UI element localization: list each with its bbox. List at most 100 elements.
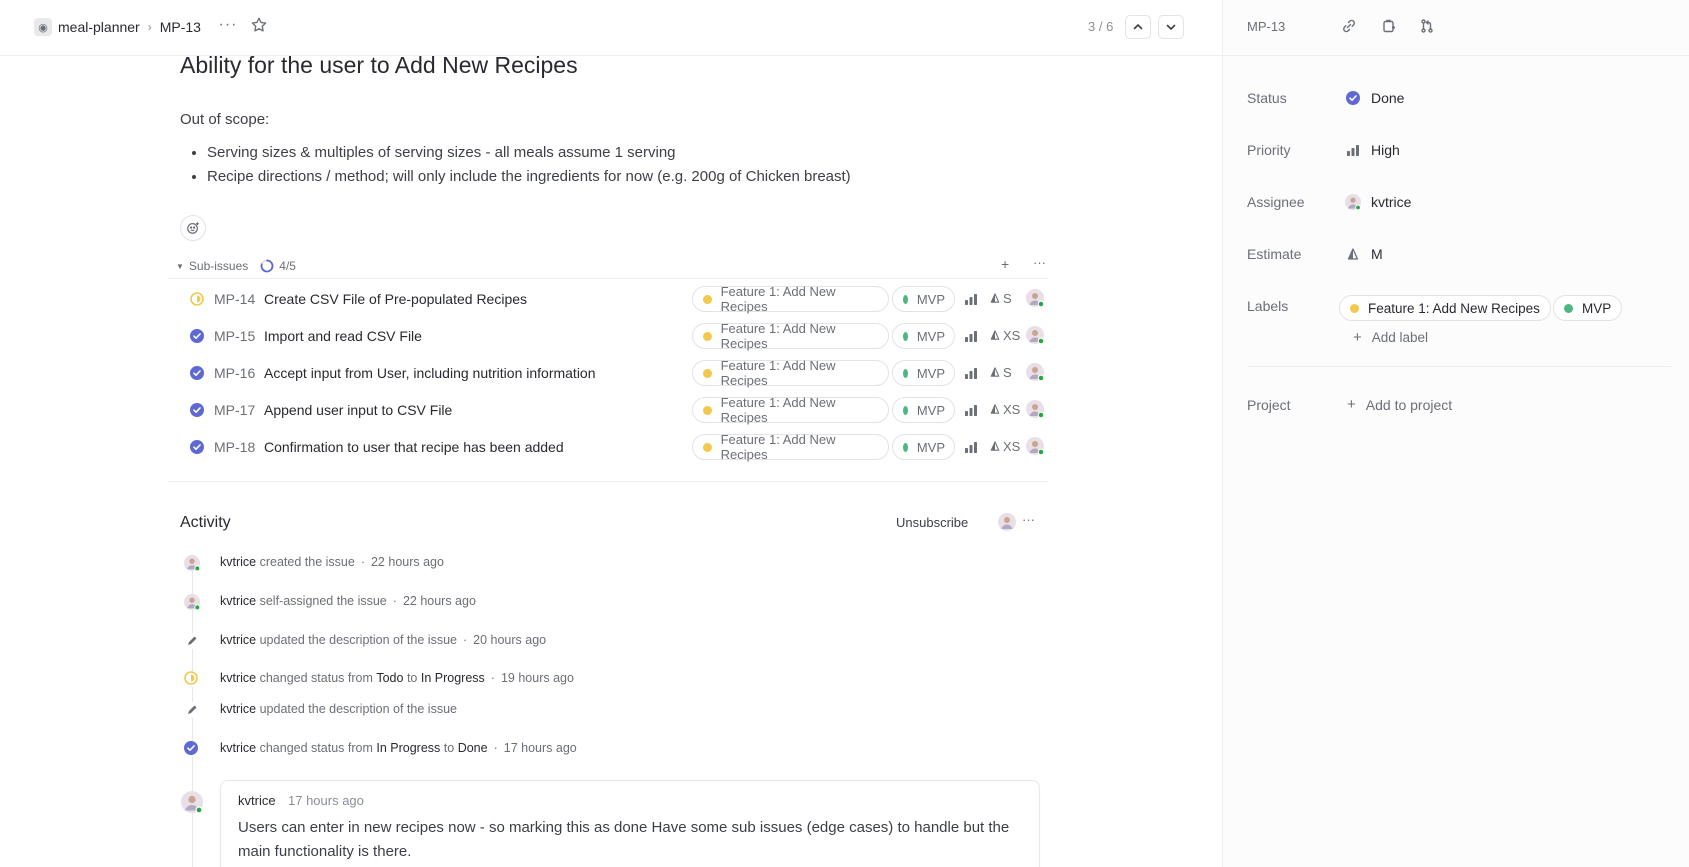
done-status-icon[interactable] (190, 403, 204, 417)
pencil-icon (184, 702, 200, 718)
event-actor[interactable]: kvtrice (220, 671, 256, 685)
assignee-avatar[interactable] (1026, 289, 1045, 308)
estimate-value[interactable]: M (1345, 244, 1383, 264)
event-text: to (443, 741, 455, 755)
label-chip-feature[interactable]: Feature 1: Add New Recipes (692, 395, 889, 425)
sub-issues-header[interactable]: ▼ Sub-issues 4/5 (176, 257, 296, 275)
sub-issue-row[interactable]: MP-15 Import and read CSV File Feature 1: … (168, 318, 1048, 354)
sub-issue-row[interactable]: MP-18 Confirmation to user that recipe ha… (168, 429, 1048, 465)
priority-high-icon[interactable] (964, 292, 978, 309)
done-status-icon (184, 741, 200, 757)
label-chip-mvp[interactable]: MVP (892, 360, 955, 386)
estimate-badge[interactable]: S (990, 365, 1012, 380)
actor-avatar[interactable] (184, 594, 201, 611)
activity-more-icon[interactable]: ··· (1022, 512, 1035, 527)
label-chip-feature[interactable]: Feature 1: Add New Recipes (692, 358, 889, 388)
more-options-icon[interactable]: ··· (218, 16, 238, 36)
event-actor[interactable]: kvtrice (220, 555, 256, 569)
label-chip-feature[interactable]: Feature 1: Add New Recipes (692, 321, 889, 351)
add-label-button[interactable]: + Add label (1353, 329, 1428, 346)
sub-issue-row[interactable]: MP-16 Accept input from User, including n… (168, 355, 1048, 391)
add-reaction-button[interactable] (180, 215, 206, 241)
actor-avatar[interactable] (184, 555, 201, 572)
next-issue-button[interactable] (1158, 15, 1184, 39)
add-to-project-button[interactable]: + Add to project (1347, 396, 1452, 413)
estimate-badge[interactable]: S (990, 291, 1012, 306)
breadcrumb: ◉ meal-planner › MP-13 (34, 17, 201, 37)
assignee-avatar[interactable] (1026, 400, 1045, 419)
copy-link-icon[interactable] (1341, 18, 1359, 36)
star-icon[interactable] (250, 16, 270, 36)
plate-icon: ◉ (34, 18, 52, 36)
description-bullet[interactable]: Recipe directions / method; will only in… (207, 169, 851, 185)
sub-issues-more-icon[interactable]: ··· (1033, 255, 1046, 270)
subscriber-avatar[interactable] (998, 513, 1016, 531)
git-branch-icon[interactable] (1419, 18, 1437, 36)
priority-high-icon[interactable] (964, 329, 978, 346)
estimate-badge[interactable]: XS (990, 439, 1020, 454)
label-color-dot (903, 442, 908, 452)
previous-issue-button[interactable] (1125, 15, 1151, 39)
comment-author-avatar[interactable] (181, 791, 203, 814)
event-text: created the issue (259, 555, 355, 569)
estimate-badge[interactable]: XS (990, 402, 1020, 417)
sub-issue-id: MP-18 (214, 439, 256, 455)
priority-high-icon[interactable] (964, 440, 978, 457)
done-status-icon[interactable] (190, 329, 204, 343)
label-chip-text: Feature 1: Add New Recipes (720, 358, 836, 388)
assignee-avatar[interactable] (1026, 437, 1045, 456)
divider (168, 278, 1048, 279)
comment-time[interactable]: 17 hours ago (288, 793, 364, 808)
event-time[interactable]: 22 hours ago (403, 594, 476, 608)
sub-issue-row[interactable]: MP-17 Append user input to CSV File Featur… (168, 392, 1048, 428)
emoji-add-icon (187, 222, 199, 234)
description-bullet[interactable]: Serving sizes & multiples of serving siz… (207, 145, 851, 161)
label-chip-text: MVP (1582, 300, 1612, 316)
label-color-dot (703, 368, 712, 378)
label-chip-feature[interactable]: Feature 1: Add New Recipes (692, 284, 889, 314)
separator-dot: · (490, 671, 495, 685)
priority-high-icon[interactable] (964, 403, 978, 420)
event-text: updated the description of the issue (259, 633, 457, 647)
in-progress-status-icon[interactable] (190, 292, 204, 306)
label-chip-mvp[interactable]: MVP (892, 397, 955, 423)
assignee-value[interactable]: kvtrice (1345, 192, 1411, 212)
label-chip-text: MVP (916, 291, 945, 307)
assignee-avatar[interactable] (1026, 326, 1045, 345)
priority-value[interactable]: High (1345, 140, 1400, 160)
event-time[interactable]: 22 hours ago (371, 555, 444, 569)
event-time[interactable]: 20 hours ago (473, 633, 546, 647)
label-chip-mvp[interactable]: MVP (892, 286, 955, 312)
copy-id-icon[interactable] (1381, 18, 1399, 36)
priority-high-icon[interactable] (964, 366, 978, 383)
description-intro[interactable]: Out of scope: (180, 111, 269, 128)
separator-dot: · (493, 741, 498, 755)
breadcrumb-issue-id[interactable]: MP-13 (160, 19, 201, 35)
done-status-icon[interactable] (190, 366, 204, 380)
estimate-icon (1345, 246, 1361, 262)
breadcrumb-team[interactable]: meal-planner (58, 19, 140, 35)
label-chip-mvp[interactable]: MVP (892, 323, 955, 349)
label-chip-mvp[interactable]: MVP (1553, 295, 1623, 321)
label-chip-feature[interactable]: Feature 1: Add New Recipes (692, 432, 889, 462)
add-sub-issue-button[interactable]: + (1001, 256, 1009, 272)
label-chip-feature[interactable]: Feature 1: Add New Recipes (1339, 295, 1551, 321)
issue-title[interactable]: Ability for the user to Add New Recipes (180, 52, 578, 79)
status-value[interactable]: Done (1345, 88, 1404, 108)
event-actor[interactable]: kvtrice (220, 633, 256, 647)
label-chip-mvp[interactable]: MVP (892, 434, 955, 460)
estimate-text: XS (1003, 402, 1021, 417)
done-status-icon[interactable] (190, 440, 204, 454)
sub-issue-row[interactable]: MP-14 Create CSV File of Pre-populated Re… (168, 281, 1048, 317)
assignee-avatar[interactable] (1026, 363, 1045, 382)
event-time[interactable]: 19 hours ago (501, 671, 574, 685)
assignee-avatar (1345, 194, 1361, 210)
event-time[interactable]: 17 hours ago (504, 741, 577, 755)
comment-author[interactable]: kvtrice (238, 793, 276, 808)
event-actor[interactable]: kvtrice (220, 702, 256, 716)
estimate-badge[interactable]: XS (990, 328, 1020, 343)
event-actor[interactable]: kvtrice (220, 741, 256, 755)
pencil-icon (184, 633, 200, 649)
unsubscribe-button[interactable]: Unsubscribe (896, 515, 968, 530)
event-actor[interactable]: kvtrice (220, 594, 256, 608)
